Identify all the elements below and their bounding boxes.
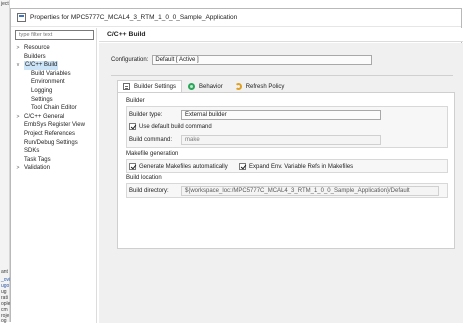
tree-item-label: Tool Chain Editor [31, 105, 77, 112]
tree-item-embsys-register-view[interactable]: EmbSys Register View [15, 121, 97, 130]
use-default-row: Use default build command [129, 123, 212, 130]
generate-makefiles-row: Generate Makefiles automatically [129, 163, 228, 170]
separator [111, 75, 453, 76]
property-tree: > Resource Builders v C/C++ Build Build Va… [15, 44, 97, 173]
background-text: og [1, 318, 7, 324]
settings-icon [123, 83, 130, 90]
tree-item-settings[interactable]: Settings [15, 96, 97, 105]
builder-group-title: Builder [126, 98, 145, 104]
builder-type-select[interactable]: External builder [181, 110, 381, 120]
chevron-down-icon[interactable]: v [15, 61, 21, 70]
tab-behavior[interactable]: Behavior [182, 80, 229, 92]
builder-group-box: Builder type: External builder Use defau… [126, 106, 448, 148]
tree-item-validation[interactable]: > Validation [15, 164, 97, 173]
tab-builder-settings[interactable]: Builder Settings [117, 80, 183, 92]
builder-settings-panel: Builder Builder type: External builder U… [117, 92, 455, 249]
builder-group: Builder Builder type: External builder U… [126, 97, 448, 148]
properties-dialog: Properties for MPC5777C_MCAL4_3_RTM_1_0_… [10, 8, 463, 323]
page-content: Configuration: Default [ Active ] Builde… [99, 43, 463, 323]
property-navigation-pane: >Resource Builders vC/C++ Build Build Va… [11, 28, 97, 323]
use-default-checkbox[interactable] [129, 123, 136, 130]
build-location-group-box: Build directory: ${workspace_loc:/MPC577… [126, 183, 448, 198]
use-default-label: Use default build command [139, 123, 212, 130]
tree-item-label: Resource [24, 45, 50, 51]
makefile-group-title: Makefile generation [126, 151, 179, 157]
tree-item-label: C/C++ Build [24, 61, 59, 70]
builder-type-row: Builder type: External builder [129, 110, 381, 120]
expand-env-checkbox[interactable] [239, 163, 246, 170]
tab-label: Refresh Policy [245, 83, 285, 90]
property-page: C/C++ Build Configuration: Default [ Act… [99, 28, 463, 323]
tree-item-label: Logging [31, 87, 53, 94]
makefile-group-box: Generate Makefiles automatically Expand … [126, 159, 448, 173]
tree-item-builders[interactable]: Builders [15, 53, 97, 62]
chevron-right-icon[interactable]: > [15, 44, 21, 53]
chevron-right-icon[interactable]: > [15, 164, 21, 173]
build-directory-field[interactable]: ${workspace_loc:/MPC5777C_MCAL4_3_RTM_1_… [181, 186, 439, 196]
tree-item-project-references[interactable]: Project References [15, 130, 97, 139]
tree-item-logging[interactable]: Logging [15, 87, 97, 96]
expand-env-row: Expand Env. Variable Refs in Makefiles [239, 163, 353, 170]
filter-input[interactable] [15, 30, 94, 40]
build-location-group-title: Build location [126, 175, 162, 181]
tree-item-label: Project References [24, 130, 76, 137]
configuration-label: Configuration: [111, 57, 149, 63]
tab-refresh-policy[interactable]: Refresh Policy [229, 80, 291, 92]
background-text: ant [1, 269, 8, 275]
tree-item-cpp-general[interactable]: > C/C++ General [15, 113, 97, 122]
tree-item-label: Task Tags [24, 156, 51, 163]
build-location-group: Build location Build directory: ${worksp… [126, 174, 448, 198]
background-app-strip: ject ant _ovi ugo ug rati ople cm roje o… [0, 0, 10, 324]
build-command-label: Build command: [129, 137, 173, 143]
refresh-icon [234, 83, 242, 90]
build-directory-row: Build directory: ${workspace_loc:/MPC577… [129, 186, 439, 196]
background-text: ject [1, 1, 9, 7]
chevron-right-icon[interactable]: > [15, 113, 21, 122]
tree-item-build-variables[interactable]: Build Variables [15, 70, 97, 79]
title-bar[interactable]: Properties for MPC5777C_MCAL4_3_RTM_1_0_… [11, 9, 461, 27]
tree-item-label: C/C++ General [24, 113, 65, 120]
page-title: C/C++ Build [99, 28, 463, 42]
tree-item-environment[interactable]: Environment [15, 78, 97, 87]
tree-item-tool-chain-editor[interactable]: Tool Chain Editor [15, 104, 97, 113]
window-title: Properties for MPC5777C_MCAL4_3_RTM_1_0_… [30, 14, 238, 21]
tree-item-label: Settings [31, 96, 53, 103]
tree-item-cpp-build[interactable]: v C/C++ Build [15, 61, 97, 70]
tree-item-task-tags[interactable]: Task Tags [15, 156, 97, 165]
build-command-row: Build command: make [129, 135, 381, 145]
tree-item-label: Build Variables [31, 70, 71, 77]
build-directory-label: Build directory: [129, 188, 169, 194]
tab-label: Builder Settings [134, 83, 177, 90]
builder-type-label: Builder type: [129, 112, 163, 118]
tab-label: Behavior [199, 83, 223, 90]
behavior-icon [188, 83, 196, 90]
properties-icon [17, 13, 26, 22]
generate-makefiles-checkbox[interactable] [129, 163, 136, 170]
build-command-field[interactable]: make [181, 135, 381, 145]
expand-env-label: Expand Env. Variable Refs in Makefiles [249, 163, 354, 170]
configuration-select[interactable]: Default [ Active ] [152, 55, 373, 65]
tree-item-label: Environment [31, 79, 65, 86]
tree-item-label: EmbSys Register View [24, 122, 85, 129]
tree-item-run-debug-settings[interactable]: Run/Debug Settings [15, 139, 97, 148]
tree-item-label: Run/Debug Settings [24, 139, 78, 146]
tree-item-resource[interactable]: > Resource [15, 44, 97, 53]
tree-item-label: SDKs [24, 148, 40, 155]
tab-bar: Builder Settings Behavior Refresh Policy [117, 80, 290, 92]
tree-item-label: Validation [24, 165, 50, 172]
tree-item-sdks[interactable]: SDKs [15, 147, 97, 156]
makefile-group: Makefile generation Generate Makefiles a… [126, 150, 448, 173]
tree-item-label: Builders [24, 53, 46, 60]
configuration-row: Configuration: Default [ Active ] [111, 55, 373, 65]
generate-makefiles-label: Generate Makefiles automatically [139, 163, 228, 170]
